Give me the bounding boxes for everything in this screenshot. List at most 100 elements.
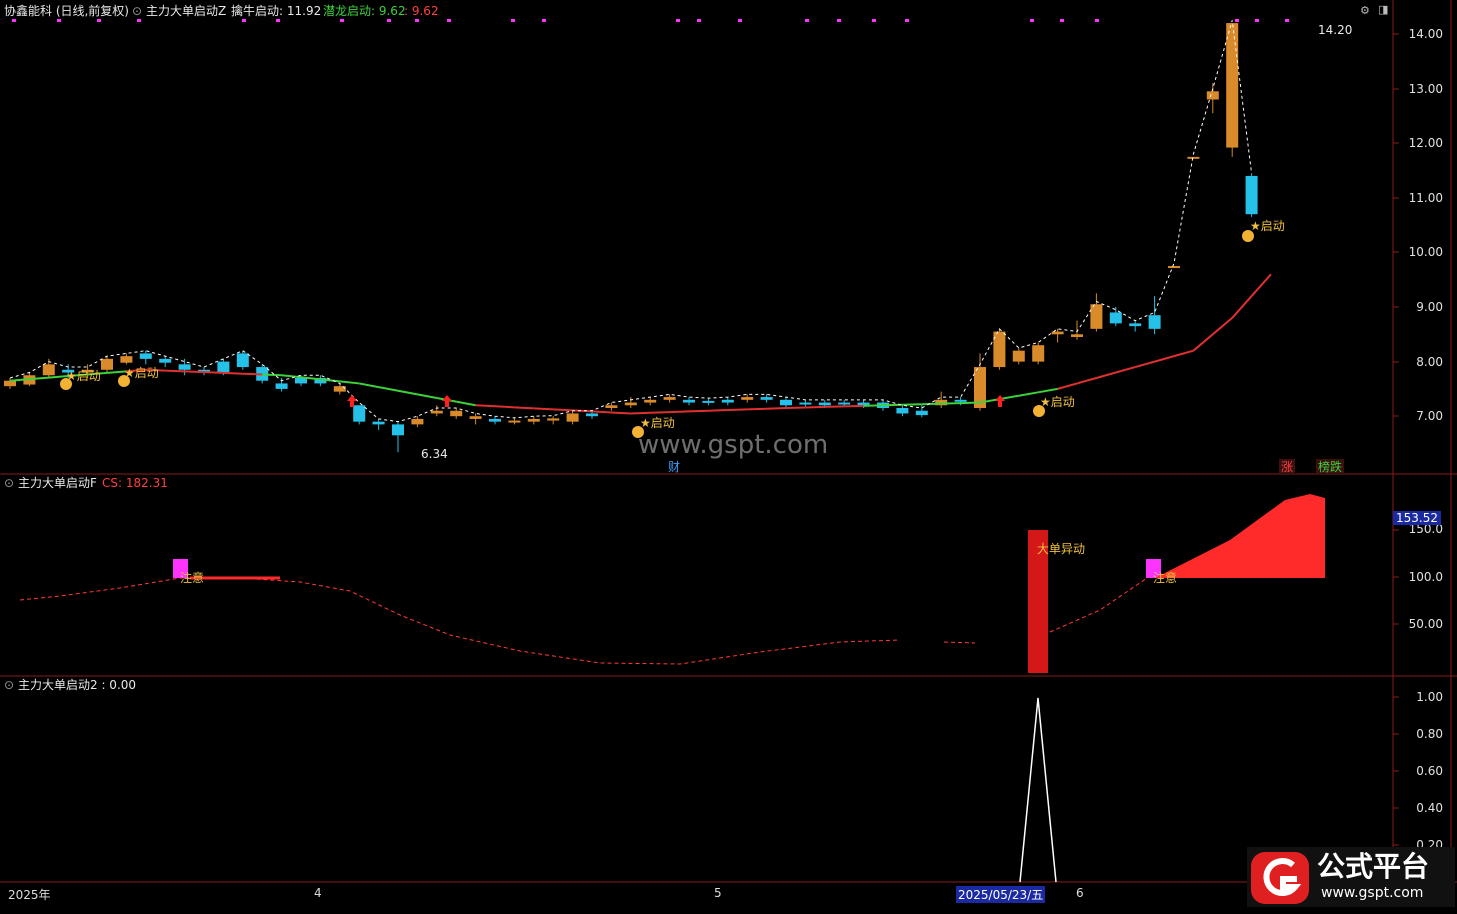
candle [683, 399, 695, 403]
cs-tick: 50.00 [1408, 617, 1443, 631]
signal-dot [447, 19, 451, 22]
indicator-toggle-icon[interactable]: ⊙ [132, 3, 142, 19]
buy-arrow [347, 395, 357, 407]
ma-line [223, 371, 243, 375]
x-label-cursor-date: 2025/05/23/五 [956, 886, 1046, 903]
sig-tick: 1.00 [1416, 690, 1443, 704]
candle [489, 418, 501, 422]
finance-marker[interactable]: 财 [668, 459, 680, 475]
ma-line [1018, 391, 1039, 397]
ma-line [397, 389, 418, 396]
limit-up-marker[interactable]: 涨 [1279, 459, 1296, 475]
signal-dot [137, 19, 141, 22]
candle [469, 416, 482, 419]
sig-tick: 0.40 [1416, 801, 1443, 815]
candle [1071, 334, 1083, 338]
ma-line [456, 400, 476, 407]
cs-current-badge: 153.52 [1393, 511, 1441, 525]
start-signal-label: ★启动 [1040, 395, 1075, 409]
candle [799, 402, 812, 405]
candle [4, 380, 16, 387]
start-signal-label: ★启动 [124, 366, 159, 380]
stock-title: 协鑫能科 (日线,前复权) [4, 4, 129, 18]
candle [780, 399, 792, 406]
ma-line [378, 386, 399, 392]
signal-dot [1030, 19, 1034, 22]
ma-line [203, 371, 224, 374]
candle [566, 413, 579, 422]
ma-line [1096, 371, 1117, 379]
price-tick: 8.00 [1416, 355, 1443, 369]
panel2-toggle-icon[interactable]: ⊙ [4, 475, 14, 491]
ma-line [1115, 366, 1136, 374]
rank-marker[interactable]: 榜跌 [1316, 459, 1345, 475]
candle [896, 408, 909, 414]
ma-line [339, 380, 360, 385]
ma-line [359, 382, 379, 389]
ma-line [921, 402, 942, 406]
candle [1226, 23, 1239, 148]
candle [527, 418, 540, 422]
qn-value: 擒牛启动: 11.92 [231, 4, 322, 18]
candle [1090, 304, 1103, 329]
buy-arrow [995, 395, 1005, 407]
ma-line [650, 411, 670, 414]
ma-line [766, 407, 787, 410]
ma-line [494, 405, 515, 409]
ma-line [1250, 273, 1272, 297]
price-tick: 11.00 [1408, 191, 1443, 205]
ma-line [902, 403, 922, 406]
x-label-may: 5 [714, 886, 722, 900]
ma-line [165, 369, 185, 373]
note-label-1: 注意 [180, 571, 205, 585]
cs-area [1155, 494, 1325, 578]
signal-dot [276, 19, 280, 22]
panel2-title: 主力大单启动F [18, 476, 97, 490]
candle [915, 410, 928, 416]
candle [838, 402, 851, 405]
candle [1129, 323, 1142, 327]
candle [139, 353, 152, 359]
candle [624, 402, 637, 406]
signal-dot [542, 19, 546, 22]
ma-line [475, 404, 496, 408]
candle [741, 397, 754, 400]
ma-line [1154, 355, 1175, 363]
candle [1148, 315, 1161, 329]
ma-line [572, 409, 593, 413]
ql-extra: : 9.62 [404, 4, 439, 18]
candle [1109, 312, 1122, 324]
ma-line [669, 410, 690, 414]
maximize-icon[interactable]: ◨ [1378, 3, 1388, 16]
ma-line [1231, 295, 1253, 319]
signal-dot [97, 19, 101, 22]
signal-dot [511, 19, 515, 22]
price-tick: 12.00 [1408, 136, 1443, 150]
candle [1032, 345, 1045, 362]
cs-line [19, 577, 901, 665]
candle [101, 358, 113, 370]
candle [1168, 266, 1180, 269]
signal-dot [1235, 19, 1239, 22]
ma-line [1192, 333, 1214, 352]
candle [547, 418, 560, 421]
signal-dot [57, 19, 61, 22]
signal-dot [1255, 19, 1259, 22]
signal-dot [676, 19, 680, 22]
candle [411, 418, 424, 425]
price-tick: 13.00 [1408, 82, 1443, 96]
ma-line [242, 372, 263, 376]
candle [295, 377, 307, 384]
candle [760, 397, 773, 400]
candle [1206, 91, 1219, 100]
candle [275, 383, 288, 389]
ma-line [747, 407, 767, 411]
ma-line [262, 373, 282, 377]
settings-icon[interactable]: ⚙ [1360, 4, 1370, 17]
ma-line [708, 409, 728, 412]
signal-dot [837, 19, 841, 22]
candle [702, 400, 715, 403]
panel3-toggle-icon[interactable]: ⊙ [4, 677, 14, 693]
chart-window[interactable]: 协鑫能科 (日线,前复权) ⊙ 主力大单启动Z 擒牛启动: 11.92 潜龙启动… [0, 0, 1457, 910]
candle [353, 405, 366, 422]
